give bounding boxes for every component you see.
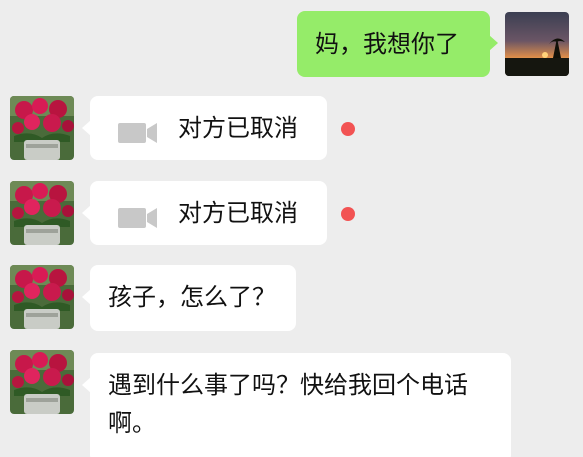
message-row-incoming: 对方已取消 bbox=[0, 92, 583, 164]
video-call-bubble[interactable]: 对方已取消 bbox=[82, 96, 327, 160]
unread-dot-icon bbox=[341, 122, 355, 136]
message-row-incoming: 对方已取消 bbox=[0, 177, 583, 249]
call-status-text: 对方已取消 bbox=[178, 114, 298, 142]
video-camera-icon bbox=[118, 117, 158, 143]
contact-avatar[interactable] bbox=[10, 265, 74, 329]
video-call-bubble[interactable]: 对方已取消 bbox=[82, 181, 327, 245]
chat-conversation[interactable]: 妈，我想你了 对方已取消 对方已取消 孩子，怎么了？ 遇到什么事了吗？快给我回个… bbox=[0, 0, 583, 457]
call-status-text: 对方已取消 bbox=[178, 199, 298, 227]
message-row-incoming: 遇到什么事了吗？快给我回个电话 啊。 bbox=[0, 346, 583, 457]
contact-avatar[interactable] bbox=[10, 96, 74, 160]
contact-avatar[interactable] bbox=[10, 181, 74, 245]
flower-avatar-image bbox=[10, 265, 74, 329]
flower-avatar-image bbox=[10, 181, 74, 245]
message-row-outgoing: 妈，我想你了 bbox=[0, 8, 583, 80]
flower-avatar-image bbox=[10, 96, 74, 160]
message-text: 妈，我想你了 bbox=[315, 30, 459, 58]
message-bubble-outgoing[interactable]: 妈，我想你了 bbox=[297, 11, 498, 77]
sunset-avatar-image bbox=[505, 12, 569, 76]
my-avatar[interactable] bbox=[505, 12, 569, 76]
flower-avatar-image bbox=[10, 350, 74, 414]
message-bubble-incoming[interactable]: 孩子，怎么了？ bbox=[82, 265, 296, 331]
message-text: 遇到什么事了吗？快给我回个电话 啊。 bbox=[108, 371, 468, 437]
message-row-incoming: 孩子，怎么了？ bbox=[0, 261, 583, 333]
message-bubble-incoming[interactable]: 遇到什么事了吗？快给我回个电话 啊。 bbox=[82, 353, 511, 457]
video-camera-icon bbox=[118, 202, 158, 228]
contact-avatar[interactable] bbox=[10, 350, 74, 414]
unread-dot-icon bbox=[341, 207, 355, 221]
message-text: 孩子，怎么了？ bbox=[108, 283, 276, 311]
